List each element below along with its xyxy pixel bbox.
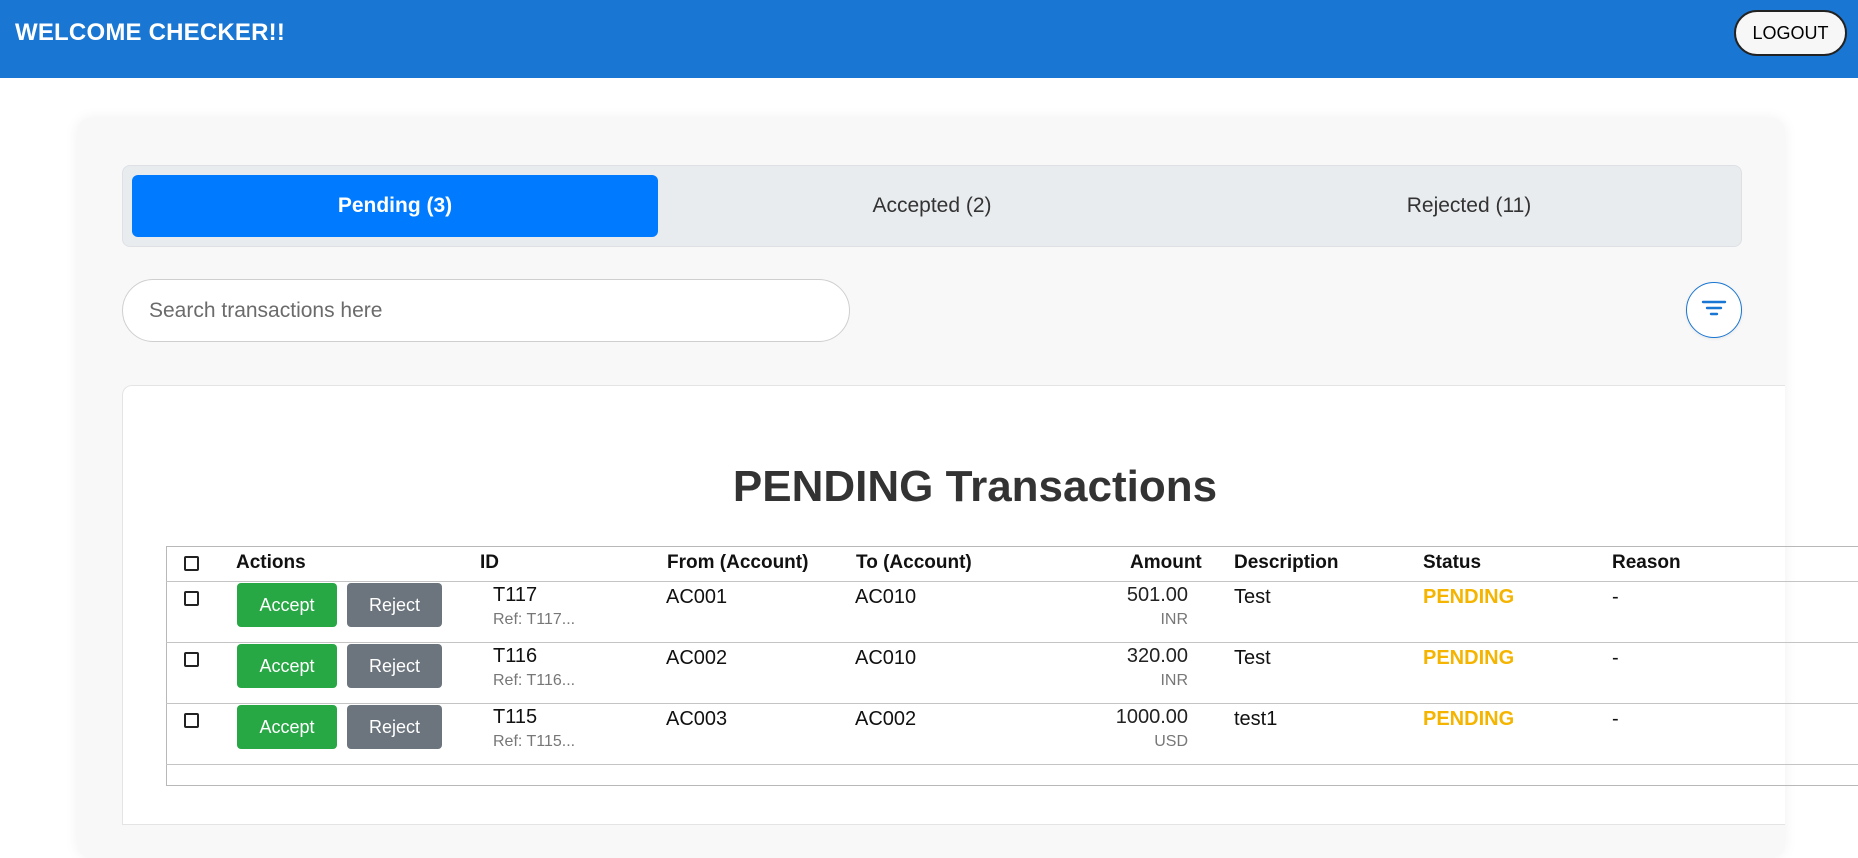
search-input[interactable] xyxy=(122,279,850,342)
row-checkbox[interactable] xyxy=(184,591,199,606)
from-account: AC002 xyxy=(666,647,728,669)
row-divider xyxy=(166,642,1858,643)
to-account: AC002 xyxy=(855,708,917,730)
transaction-ref: Ref: T117... xyxy=(493,611,576,628)
status-badge: PENDING xyxy=(1423,647,1515,669)
description: Test xyxy=(1234,647,1271,669)
transaction-ref: Ref: T116... xyxy=(493,672,576,689)
status-badge: PENDING xyxy=(1423,708,1515,730)
logout-button[interactable]: LOGOUT xyxy=(1734,10,1847,56)
column-header-status: Status xyxy=(1423,552,1482,573)
amount: 501.00 xyxy=(1126,584,1188,606)
tab-bar: Pending (3) Accepted (2) Rejected (11) xyxy=(122,165,1742,247)
tab-accepted[interactable]: Accepted (2) xyxy=(669,175,1195,237)
reason: - xyxy=(1612,647,1619,669)
reason: - xyxy=(1612,708,1619,730)
reject-button[interactable]: Reject xyxy=(347,644,442,688)
column-header-from: From (Account) xyxy=(667,552,809,573)
filter-icon xyxy=(1701,298,1727,323)
column-header-actions: Actions xyxy=(236,552,306,573)
reason: - xyxy=(1612,586,1619,608)
description: Test xyxy=(1234,586,1271,608)
welcome-title: WELCOME CHECKER!! xyxy=(15,19,286,46)
amount: 1000.00 xyxy=(1115,706,1188,728)
column-header-amount: Amount xyxy=(1130,552,1202,573)
header-divider xyxy=(166,581,1858,582)
reject-button[interactable]: Reject xyxy=(347,705,442,749)
currency: INR xyxy=(1160,672,1188,689)
amount: 320.00 xyxy=(1126,645,1188,667)
column-header-reason: Reason xyxy=(1612,552,1681,573)
row-checkbox[interactable] xyxy=(184,713,199,728)
reject-button[interactable]: Reject xyxy=(347,583,442,627)
from-account: AC003 xyxy=(666,708,728,730)
status-badge: PENDING xyxy=(1423,586,1515,608)
accept-button[interactable]: Accept xyxy=(237,583,337,627)
top-bar: WELCOME CHECKER!! LOGOUT xyxy=(0,0,1858,78)
row-divider xyxy=(166,764,1858,765)
from-account: AC001 xyxy=(666,586,728,608)
transaction-ref: Ref: T115... xyxy=(493,733,576,750)
currency: USD xyxy=(1154,733,1188,750)
to-account: AC010 xyxy=(855,647,917,669)
transaction-id: T115 xyxy=(493,706,538,728)
accept-button[interactable]: Accept xyxy=(237,644,337,688)
tab-rejected[interactable]: Rejected (11) xyxy=(1206,175,1732,237)
description: test1 xyxy=(1234,708,1278,730)
tab-pending[interactable]: Pending (3) xyxy=(132,175,658,237)
filter-button[interactable] xyxy=(1686,282,1742,338)
transaction-id: T117 xyxy=(493,584,538,606)
transaction-id: T116 xyxy=(493,645,538,667)
to-account: AC010 xyxy=(855,586,917,608)
column-header-id: ID xyxy=(480,552,499,573)
panel-title: PENDING Transactions xyxy=(732,462,1218,511)
column-header-description: Description xyxy=(1234,552,1339,573)
row-checkbox[interactable] xyxy=(184,652,199,667)
column-header-to: To (Account) xyxy=(856,552,972,573)
select-all-checkbox[interactable] xyxy=(184,556,199,571)
currency: INR xyxy=(1160,611,1188,628)
row-divider xyxy=(166,703,1858,704)
accept-button[interactable]: Accept xyxy=(237,705,337,749)
